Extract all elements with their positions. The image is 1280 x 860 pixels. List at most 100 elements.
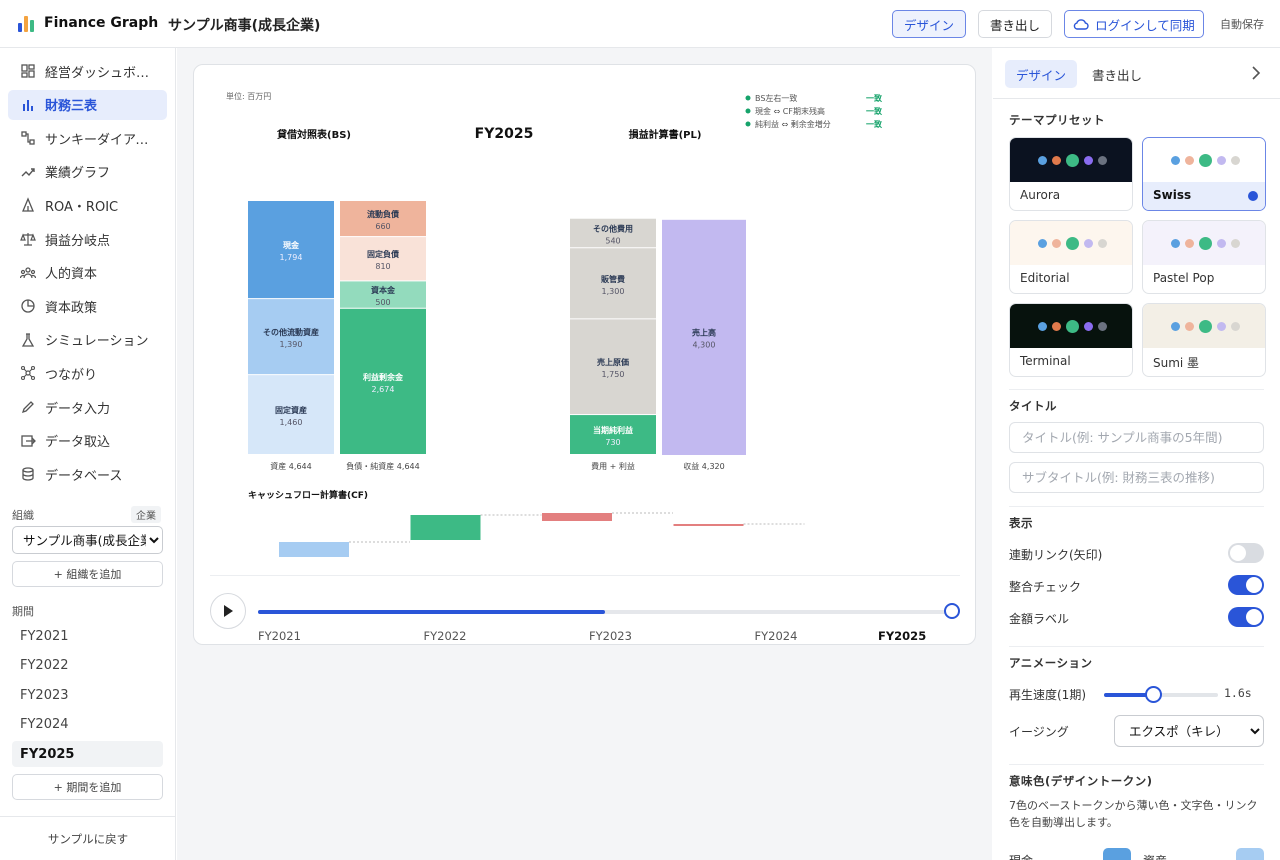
add-org-button[interactable]: + 組織を追加 xyxy=(12,561,163,587)
bar-value: 1,300 xyxy=(602,287,625,296)
chevron-right-icon[interactable] xyxy=(1251,66,1261,80)
org-select[interactable]: サンプル商事(成長企業) xyxy=(12,526,163,554)
color-dot xyxy=(1037,238,1047,248)
theme-card[interactable]: Pastel Pop xyxy=(1142,220,1266,294)
color-dot xyxy=(1037,321,1047,331)
bar-segment[interactable]: 流動負債 660 xyxy=(340,201,426,237)
timeline-tick[interactable]: FY2021 xyxy=(258,629,301,643)
timeline-tick[interactable]: FY2022 xyxy=(424,629,467,643)
sidebar-item-label: データ入力 xyxy=(45,401,111,417)
token-cash-swatch[interactable] xyxy=(1103,848,1131,860)
period-item[interactable]: FY2022 xyxy=(12,653,163,679)
bar-segment[interactable]: 利益剰余金 2,674 xyxy=(340,308,426,454)
color-dot xyxy=(1065,153,1079,167)
tab-design[interactable]: デザイン xyxy=(1005,60,1077,88)
theme-name: Sumi 墨 xyxy=(1153,356,1200,370)
timeline-track[interactable] xyxy=(258,610,952,614)
theme-card[interactable]: Terminal xyxy=(1009,303,1133,377)
theme-card[interactable]: Swiss xyxy=(1142,137,1266,211)
sidebar-item-network[interactable]: つながり xyxy=(8,358,167,388)
color-dot xyxy=(1198,236,1212,250)
bar-segment[interactable]: 固定負債 810 xyxy=(340,237,426,281)
period-section-label: 期間 xyxy=(12,605,34,618)
check-status-icon xyxy=(745,108,751,114)
bar-segment[interactable]: 売上高 4,300 xyxy=(662,219,746,455)
login-sync-button[interactable]: ログインして同期 xyxy=(1064,10,1204,38)
sidebar-item-import[interactable]: データ取込 xyxy=(8,426,167,456)
timeline-handle[interactable] xyxy=(944,603,960,619)
bar-label: 売上高 xyxy=(692,327,716,337)
speed-slider-handle[interactable] xyxy=(1145,686,1162,703)
period-item[interactable]: FY2025 xyxy=(12,741,163,767)
bs-title: 貸借対照表(BS) xyxy=(276,128,351,141)
cf-bar[interactable] xyxy=(673,524,744,526)
sidebar-item-tree[interactable]: ROA・ROIC xyxy=(8,190,167,220)
bar-segment[interactable]: 販管費 1,300 xyxy=(570,248,656,319)
bar-value: 1,390 xyxy=(280,340,303,349)
timeline-tick[interactable]: FY2023 xyxy=(589,629,632,643)
sidebar-item-trend[interactable]: 業績グラフ xyxy=(8,157,167,187)
bar-segment[interactable]: 当期純利益 730 xyxy=(570,415,656,454)
cf-bar-rect xyxy=(410,515,481,540)
toggle-row: 金額ラベル xyxy=(1009,607,1264,629)
reset-sample-link[interactable]: サンプルに戻す xyxy=(0,831,176,847)
sidebar-item-pencil[interactable]: データ入力 xyxy=(8,392,167,422)
speed-value: 1.6s xyxy=(1224,686,1252,700)
bar-value: 1,460 xyxy=(280,418,303,427)
timeline-tick[interactable]: FY2025 xyxy=(878,629,926,643)
sidebar-item-scale[interactable]: 損益分岐点 xyxy=(8,224,167,254)
cf-bar[interactable] xyxy=(279,542,349,557)
play-button[interactable] xyxy=(210,593,246,629)
cf-bar[interactable] xyxy=(410,515,481,540)
sidebar-item-dashboard[interactable]: 経営ダッシュボード xyxy=(8,56,167,86)
bar-label: 流動負債 xyxy=(367,209,399,219)
sidebar: 経営ダッシュボード財務三表サンキーダイアグラム業績グラフ ROA・ROIC 損益分岐… xyxy=(0,48,176,860)
cf-bar[interactable] xyxy=(542,513,612,521)
sidebar-item-people[interactable]: 人的資本 xyxy=(8,258,167,288)
sidebar-item-label: 人的資本 xyxy=(45,267,98,283)
sidebar-item-label: データ取込 xyxy=(45,435,111,451)
sidebar-item-bar-chart[interactable]: 財務三表 xyxy=(8,89,167,120)
bar-label: 現金 xyxy=(283,240,300,250)
timeline-tick[interactable]: FY2024 xyxy=(755,629,798,643)
token-asset-swatch[interactable] xyxy=(1236,848,1264,860)
bar-label: その他費用 xyxy=(593,223,633,233)
bar-segment[interactable]: その他流動資産 1,390 xyxy=(248,299,334,375)
toggle-label: 整合チェック xyxy=(1009,580,1082,594)
add-period-button[interactable]: + 期間を追加 xyxy=(12,774,163,800)
bar-segment[interactable]: 固定資産 1,460 xyxy=(248,375,334,454)
tab-export[interactable]: 書き出し xyxy=(1081,60,1153,88)
sidebar-item-sankey[interactable]: サンキーダイアグラム xyxy=(8,123,167,153)
theme-swatch xyxy=(1143,138,1265,182)
theme-card[interactable]: Aurora xyxy=(1009,137,1133,211)
title-input[interactable] xyxy=(1009,422,1264,453)
theme-card[interactable]: Sumi 墨 xyxy=(1142,303,1266,377)
theme-card[interactable]: Editorial xyxy=(1009,220,1133,294)
toggle-switch[interactable] xyxy=(1228,575,1264,595)
sidebar-item-database[interactable]: データベース xyxy=(8,459,167,489)
cf-title: キャッシュフロー計算書(CF) xyxy=(248,489,368,501)
bar-segment[interactable]: 売上原価 1,750 xyxy=(570,319,656,415)
period-item[interactable]: FY2024 xyxy=(12,712,163,738)
bar-segment[interactable]: 資本金 500 xyxy=(340,281,426,308)
timeline-progress xyxy=(258,610,605,614)
toggle-switch[interactable] xyxy=(1228,607,1264,627)
title-header: タイトル xyxy=(1009,399,1057,413)
export-button[interactable]: 書き出し xyxy=(978,10,1052,38)
sidebar-item-flask[interactable]: シミュレーション xyxy=(8,325,167,355)
check-status-icon xyxy=(745,121,751,127)
sidebar-item-pie[interactable]: 資本政策 xyxy=(8,291,167,321)
scale-icon xyxy=(20,231,36,247)
pencil-icon xyxy=(20,399,36,415)
period-item[interactable]: FY2021 xyxy=(12,623,163,649)
design-mode-button[interactable]: デザイン xyxy=(892,10,966,38)
pl-revenue-total: 収益 4,320 xyxy=(683,461,724,471)
toggle-knob xyxy=(1246,577,1262,593)
period-item[interactable]: FY2023 xyxy=(12,682,163,708)
bar-segment[interactable]: その他費用 540 xyxy=(570,218,656,248)
subtitle-input[interactable] xyxy=(1009,462,1264,493)
bar-segment[interactable]: 現金 1,794 xyxy=(248,201,334,299)
easing-select[interactable]: エクスポ（キレ） xyxy=(1114,715,1264,747)
toggle-switch[interactable] xyxy=(1228,543,1264,563)
database-icon xyxy=(20,466,36,482)
